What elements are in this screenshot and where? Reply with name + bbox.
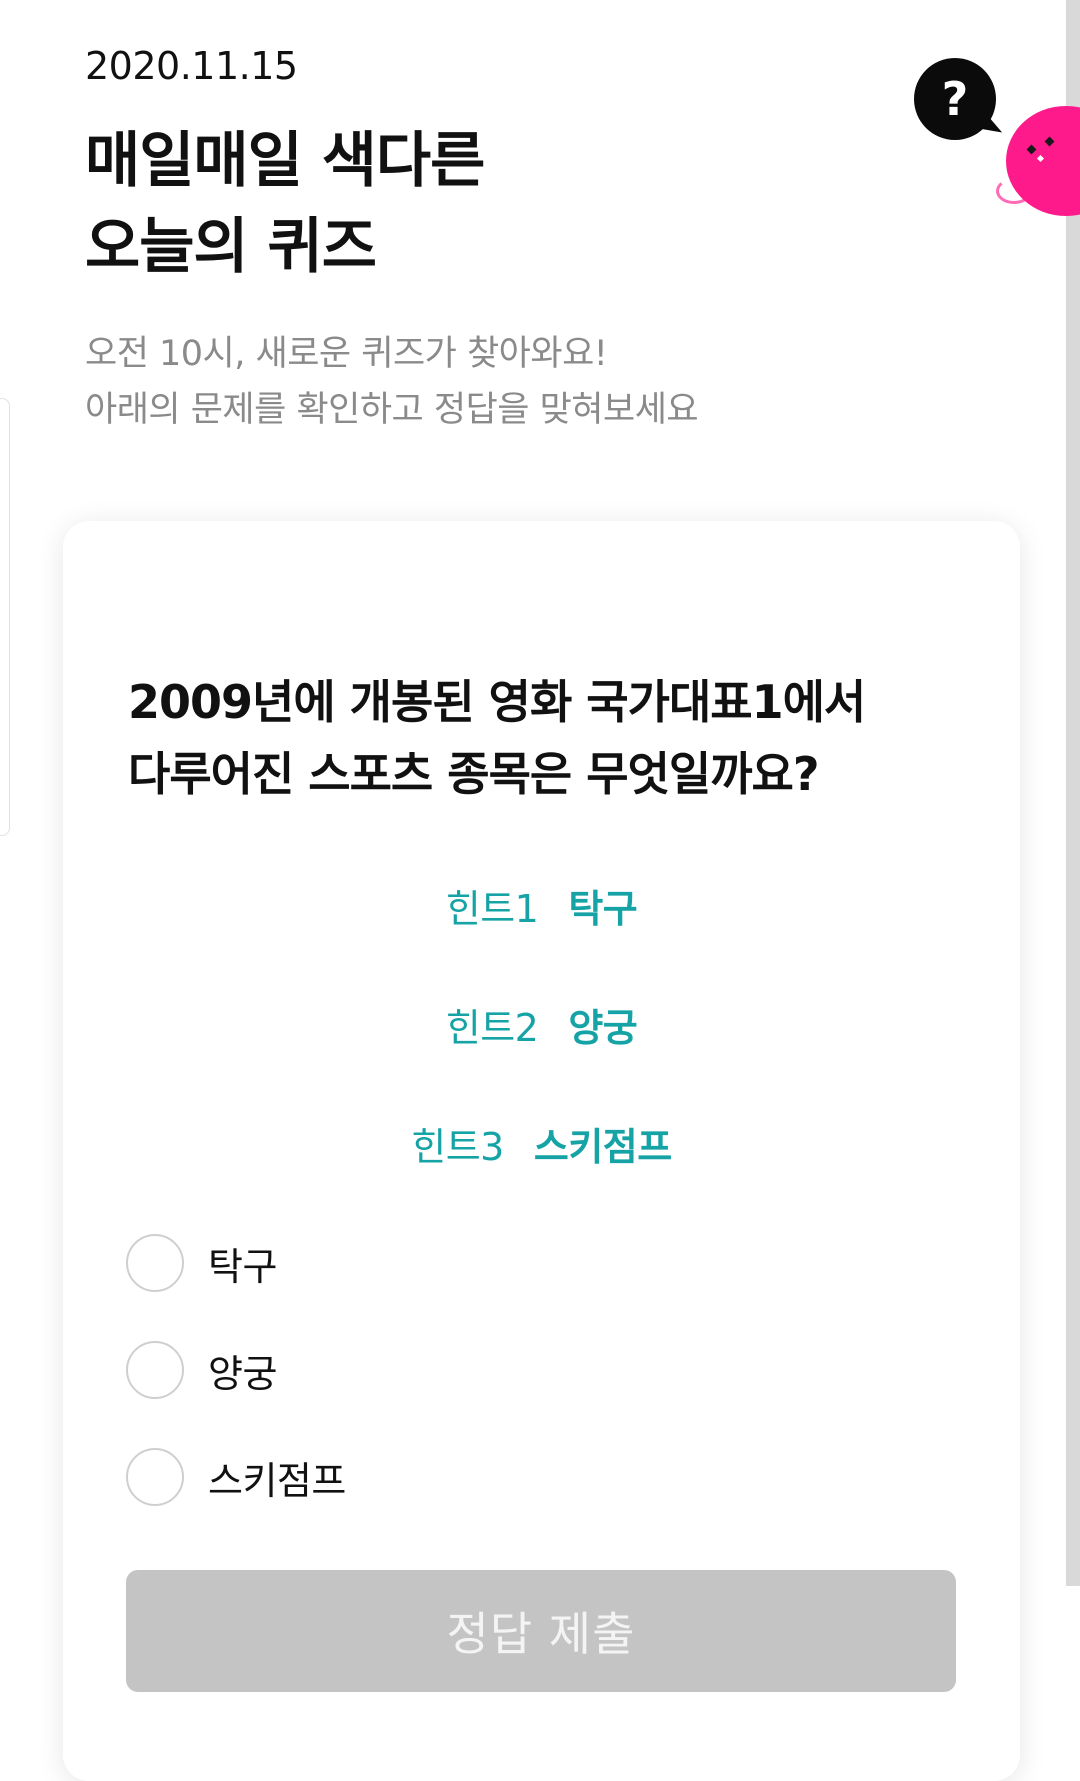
quiz-date: 2020.11.15 [85, 44, 298, 88]
page-title: 매일매일 색다른 오늘의 퀴즈 [85, 118, 485, 290]
page-subtitle-line1: 오전 10시, 새로운 퀴즈가 찾아와요! [85, 334, 608, 374]
quiz-question-line2: 다루어진 스포츠 종목은 무엇일까요? [128, 747, 820, 801]
hint-1-label: 힌트1 [445, 887, 539, 931]
hint-2-value: 양궁 [568, 1006, 638, 1050]
side-panel-edge [0, 398, 10, 836]
mascot-eye-left [1026, 144, 1037, 155]
quiz-question-line1: 2009년에 개봉된 영화 국가대표1에서 [128, 675, 866, 729]
hint-3-value: 스키점프 [533, 1125, 672, 1169]
hint-1-value: 탁구 [568, 887, 638, 931]
answer-option-3-label: 스키점프 [208, 1458, 346, 1503]
page-subtitle-line2: 아래의 문제를 확인하고 정답을 맞혀보세요 [85, 390, 699, 430]
submit-answer-button[interactable]: 정답 제출 [126, 1570, 956, 1692]
page-title-line1: 매일매일 색다른 [85, 126, 485, 196]
hint-2: 힌트2 양궁 [63, 997, 1020, 1052]
quiz-question: 2009년에 개봉된 영화 국가대표1에서 다루어진 스포츠 종목은 무엇일까요… [128, 666, 866, 810]
radio-circle-icon[interactable] [126, 1448, 184, 1506]
hint-3-label: 힌트3 [411, 1125, 504, 1169]
answer-option-2[interactable]: 양궁 [126, 1338, 277, 1402]
mascot-mouth [1036, 154, 1045, 163]
hint-1: 힌트1 탁구 [63, 878, 1020, 933]
radio-circle-icon[interactable] [126, 1234, 184, 1292]
help-question-mark: ? [941, 72, 969, 126]
answer-option-3[interactable]: 스키점프 [126, 1445, 346, 1509]
page-title-line2: 오늘의 퀴즈 [85, 212, 377, 282]
help-bubble-icon[interactable]: ? [914, 58, 996, 140]
radio-circle-icon[interactable] [126, 1341, 184, 1399]
page-subtitle: 오전 10시, 새로운 퀴즈가 찾아와요! 아래의 문제를 확인하고 정답을 맞… [85, 326, 699, 438]
answer-option-2-label: 양궁 [208, 1351, 277, 1396]
answer-option-1-label: 탁구 [208, 1244, 277, 1289]
hint-3: 힌트3 스키점프 [63, 1116, 1020, 1171]
answer-option-1[interactable]: 탁구 [126, 1231, 277, 1295]
mascot-eye-right [1044, 136, 1055, 147]
scrollbar[interactable] [1066, 0, 1080, 1586]
hint-2-label: 힌트2 [445, 1006, 539, 1050]
